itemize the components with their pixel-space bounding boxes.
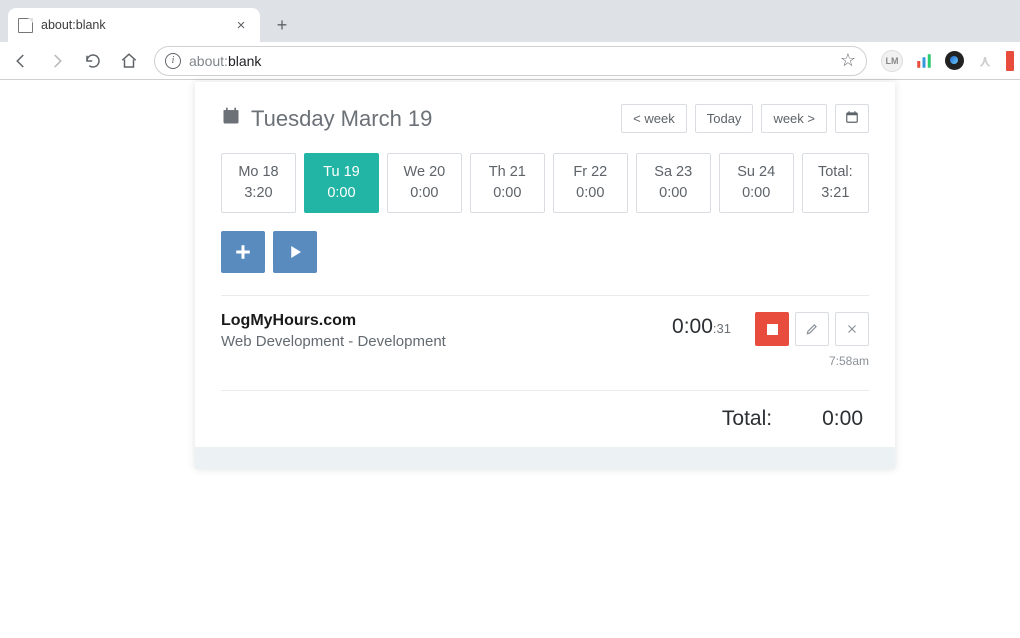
- add-entry-button[interactable]: [221, 231, 265, 273]
- day-cell-mo[interactable]: Mo 18 3:20: [221, 153, 296, 213]
- entry-task: Web Development - Development: [221, 333, 672, 350]
- timesheet-popover: Tuesday March 19 < week Today week > Mo …: [195, 82, 895, 469]
- day-label: Sa 23: [641, 162, 706, 183]
- back-button[interactable]: [10, 50, 32, 72]
- divider: [221, 390, 869, 391]
- delete-entry-button[interactable]: [835, 312, 869, 346]
- day-cell-sa[interactable]: Sa 23 0:00: [636, 153, 711, 213]
- day-label: Fr 22: [558, 162, 623, 183]
- day-time: 0:00: [309, 183, 374, 204]
- day-cell-su[interactable]: Su 24 0:00: [719, 153, 794, 213]
- extension-red-icon[interactable]: [1006, 51, 1014, 71]
- week-total-time: 3:21: [807, 183, 864, 204]
- day-time: 0:00: [724, 183, 789, 204]
- day-label: Su 24: [724, 162, 789, 183]
- calendar-icon: [221, 106, 241, 131]
- prev-week-button[interactable]: < week: [621, 104, 687, 133]
- extension-tray: LM ⋏: [881, 50, 1010, 72]
- entry-start-time: 7:58am: [755, 354, 869, 368]
- page-viewport: Tuesday March 19 < week Today week > Mo …: [0, 80, 1020, 638]
- extension-orb-icon[interactable]: [945, 51, 964, 70]
- date-title: Tuesday March 19: [251, 106, 432, 132]
- bookmark-star-icon[interactable]: ☆: [840, 50, 856, 71]
- edit-entry-button[interactable]: [795, 312, 829, 346]
- day-label: Tu 19: [309, 162, 374, 183]
- week-day-strip: Mo 18 3:20 Tu 19 0:00 We 20 0:00 Th 21 0…: [221, 153, 869, 213]
- browser-tab-strip: about:blank × +: [0, 0, 1020, 42]
- browser-toolbar: i about:blank ☆ LM ⋏: [0, 42, 1020, 80]
- start-timer-button[interactable]: [273, 231, 317, 273]
- week-total-label: Total:: [807, 162, 864, 183]
- day-time: 3:20: [226, 183, 291, 204]
- day-total-row: Total: 0:00: [221, 407, 869, 431]
- extension-stats-icon[interactable]: [913, 50, 935, 72]
- day-time: 0:00: [475, 183, 540, 204]
- forward-button[interactable]: [46, 50, 68, 72]
- day-cell-tu[interactable]: Tu 19 0:00: [304, 153, 379, 213]
- entry-project: LogMyHours.com: [221, 312, 672, 330]
- timer-actions: [221, 231, 869, 273]
- extension-wishbone-icon[interactable]: ⋏: [974, 50, 996, 72]
- day-label: Mo 18: [226, 162, 291, 183]
- address-bar[interactable]: i about:blank ☆: [154, 46, 867, 76]
- home-button[interactable]: [118, 50, 140, 72]
- day-cell-we[interactable]: We 20 0:00: [387, 153, 462, 213]
- tab-title: about:blank: [41, 18, 106, 32]
- day-total-label: Total:: [722, 407, 772, 431]
- day-time: 0:00: [392, 183, 457, 204]
- browser-tab[interactable]: about:blank ×: [8, 8, 260, 42]
- today-button[interactable]: Today: [695, 104, 754, 133]
- entry-elapsed: 0:00:31: [672, 315, 731, 339]
- site-info-icon[interactable]: i: [165, 53, 181, 69]
- panel-header: Tuesday March 19 < week Today week >: [221, 104, 869, 133]
- page-icon: [18, 18, 33, 33]
- day-cell-th[interactable]: Th 21 0:00: [470, 153, 545, 213]
- week-total-cell: Total: 3:21: [802, 153, 869, 213]
- extension-lm-icon[interactable]: LM: [881, 50, 903, 72]
- new-tab-button[interactable]: +: [268, 11, 296, 39]
- reload-button[interactable]: [82, 50, 104, 72]
- next-week-button[interactable]: week >: [761, 104, 827, 133]
- day-label: We 20: [392, 162, 457, 183]
- divider: [221, 295, 869, 296]
- time-entry-row: LogMyHours.com Web Development - Develop…: [221, 312, 869, 368]
- stop-icon: [767, 324, 778, 335]
- day-cell-fr[interactable]: Fr 22 0:00: [553, 153, 628, 213]
- day-total-value: 0:00: [822, 407, 863, 431]
- open-calendar-button[interactable]: [835, 104, 869, 133]
- close-tab-icon[interactable]: ×: [232, 16, 250, 34]
- url-text: about:blank: [189, 53, 261, 69]
- stop-timer-button[interactable]: [755, 312, 789, 346]
- day-time: 0:00: [558, 183, 623, 204]
- day-time: 0:00: [641, 183, 706, 204]
- day-label: Th 21: [475, 162, 540, 183]
